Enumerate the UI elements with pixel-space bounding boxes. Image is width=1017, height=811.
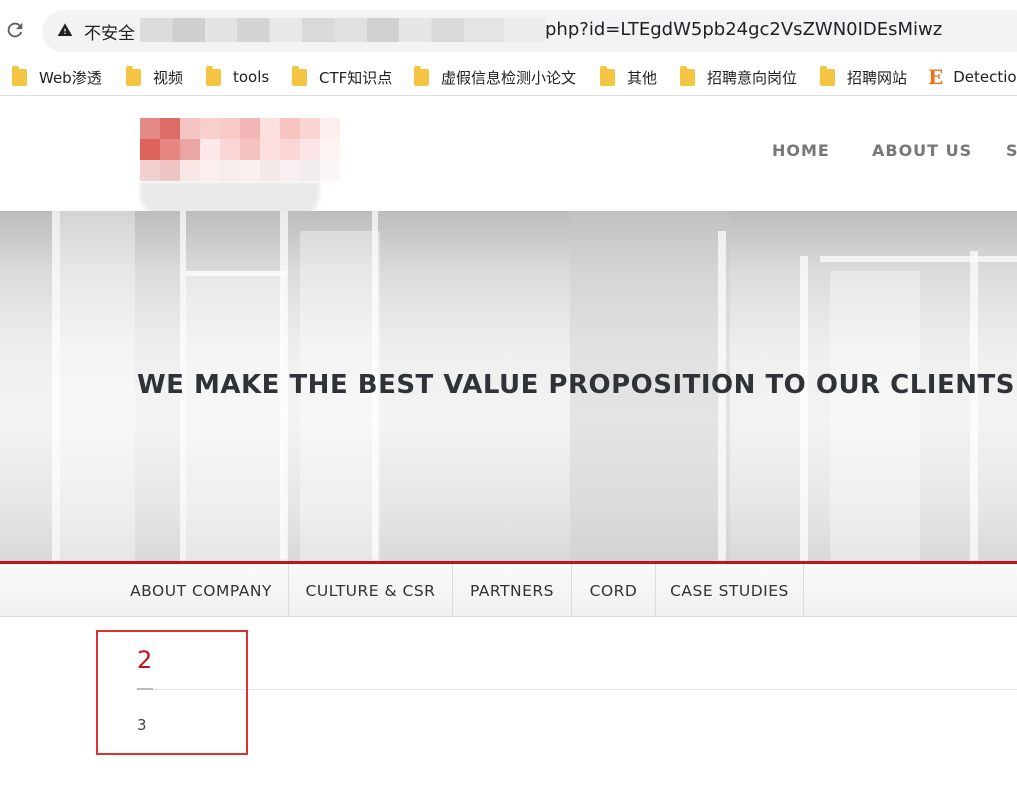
security-label[interactable]: 不安全 — [84, 19, 135, 44]
sub-navigation: ABOUT COMPANY CULTURE & CSR PARTNERS COR… — [0, 564, 1017, 617]
bookmark-job-sites[interactable]: 招聘网站 — [820, 65, 907, 88]
subnav-culture-csr[interactable]: CULTURE & CSR — [289, 564, 453, 617]
folder-icon — [680, 65, 695, 86]
url-redacted — [140, 18, 545, 42]
folder-icon — [12, 65, 27, 86]
folder-icon — [414, 65, 429, 86]
bookmark-paper[interactable]: 虚假信息检测小论文 — [414, 65, 576, 88]
folder-icon — [292, 65, 307, 86]
nav-home[interactable]: HOME — [772, 141, 830, 160]
warning-icon[interactable] — [57, 22, 73, 38]
e-icon: E — [928, 65, 944, 89]
subnav-about-company[interactable]: ABOUT COMPANY — [114, 564, 289, 617]
subnav-cord[interactable]: CORD — [572, 564, 656, 617]
folder-icon — [126, 65, 141, 86]
folder-icon — [820, 65, 835, 86]
bookmark-jobs[interactable]: 招聘意向岗位 — [680, 65, 797, 88]
nav-services-partial[interactable]: S — [1006, 141, 1017, 160]
bookmark-web[interactable]: Web渗透 — [12, 65, 102, 88]
reload-icon[interactable] — [4, 19, 26, 41]
bookmark-detection[interactable]: E Detectio — [928, 65, 1017, 89]
subnav-case-studies[interactable]: CASE STUDIES — [656, 564, 804, 617]
bookmark-other[interactable]: 其他 — [600, 65, 657, 88]
url-text[interactable]: php?id=LTEgdW5pb24gc2VsZWN0IDEsMiwz — [545, 19, 942, 40]
folder-icon — [600, 65, 615, 86]
browser-toolbar: 不安全 php?id=LTEgdW5pb24gc2VsZWN0IDEsMiwz — [0, 0, 1017, 58]
bookmark-tools[interactable]: tools — [206, 65, 269, 88]
content-divider — [136, 689, 1017, 690]
bookmarks-bar: Web渗透 视频 tools CTF知识点 虚假信息检测小论文 其他 招聘意向岗… — [0, 58, 1017, 96]
bookmark-ctf[interactable]: CTF知识点 — [292, 65, 392, 88]
nav-about-us[interactable]: ABOUT US — [872, 141, 972, 160]
folder-icon — [206, 65, 221, 86]
hero-title: WE MAKE THE BEST VALUE PROPOSITION TO OU… — [137, 370, 1015, 400]
subnav-partners[interactable]: PARTNERS — [453, 564, 572, 617]
bookmark-video[interactable]: 视频 — [126, 65, 183, 88]
highlight-box — [96, 630, 248, 755]
site-logo-redacted[interactable] — [140, 118, 360, 182]
